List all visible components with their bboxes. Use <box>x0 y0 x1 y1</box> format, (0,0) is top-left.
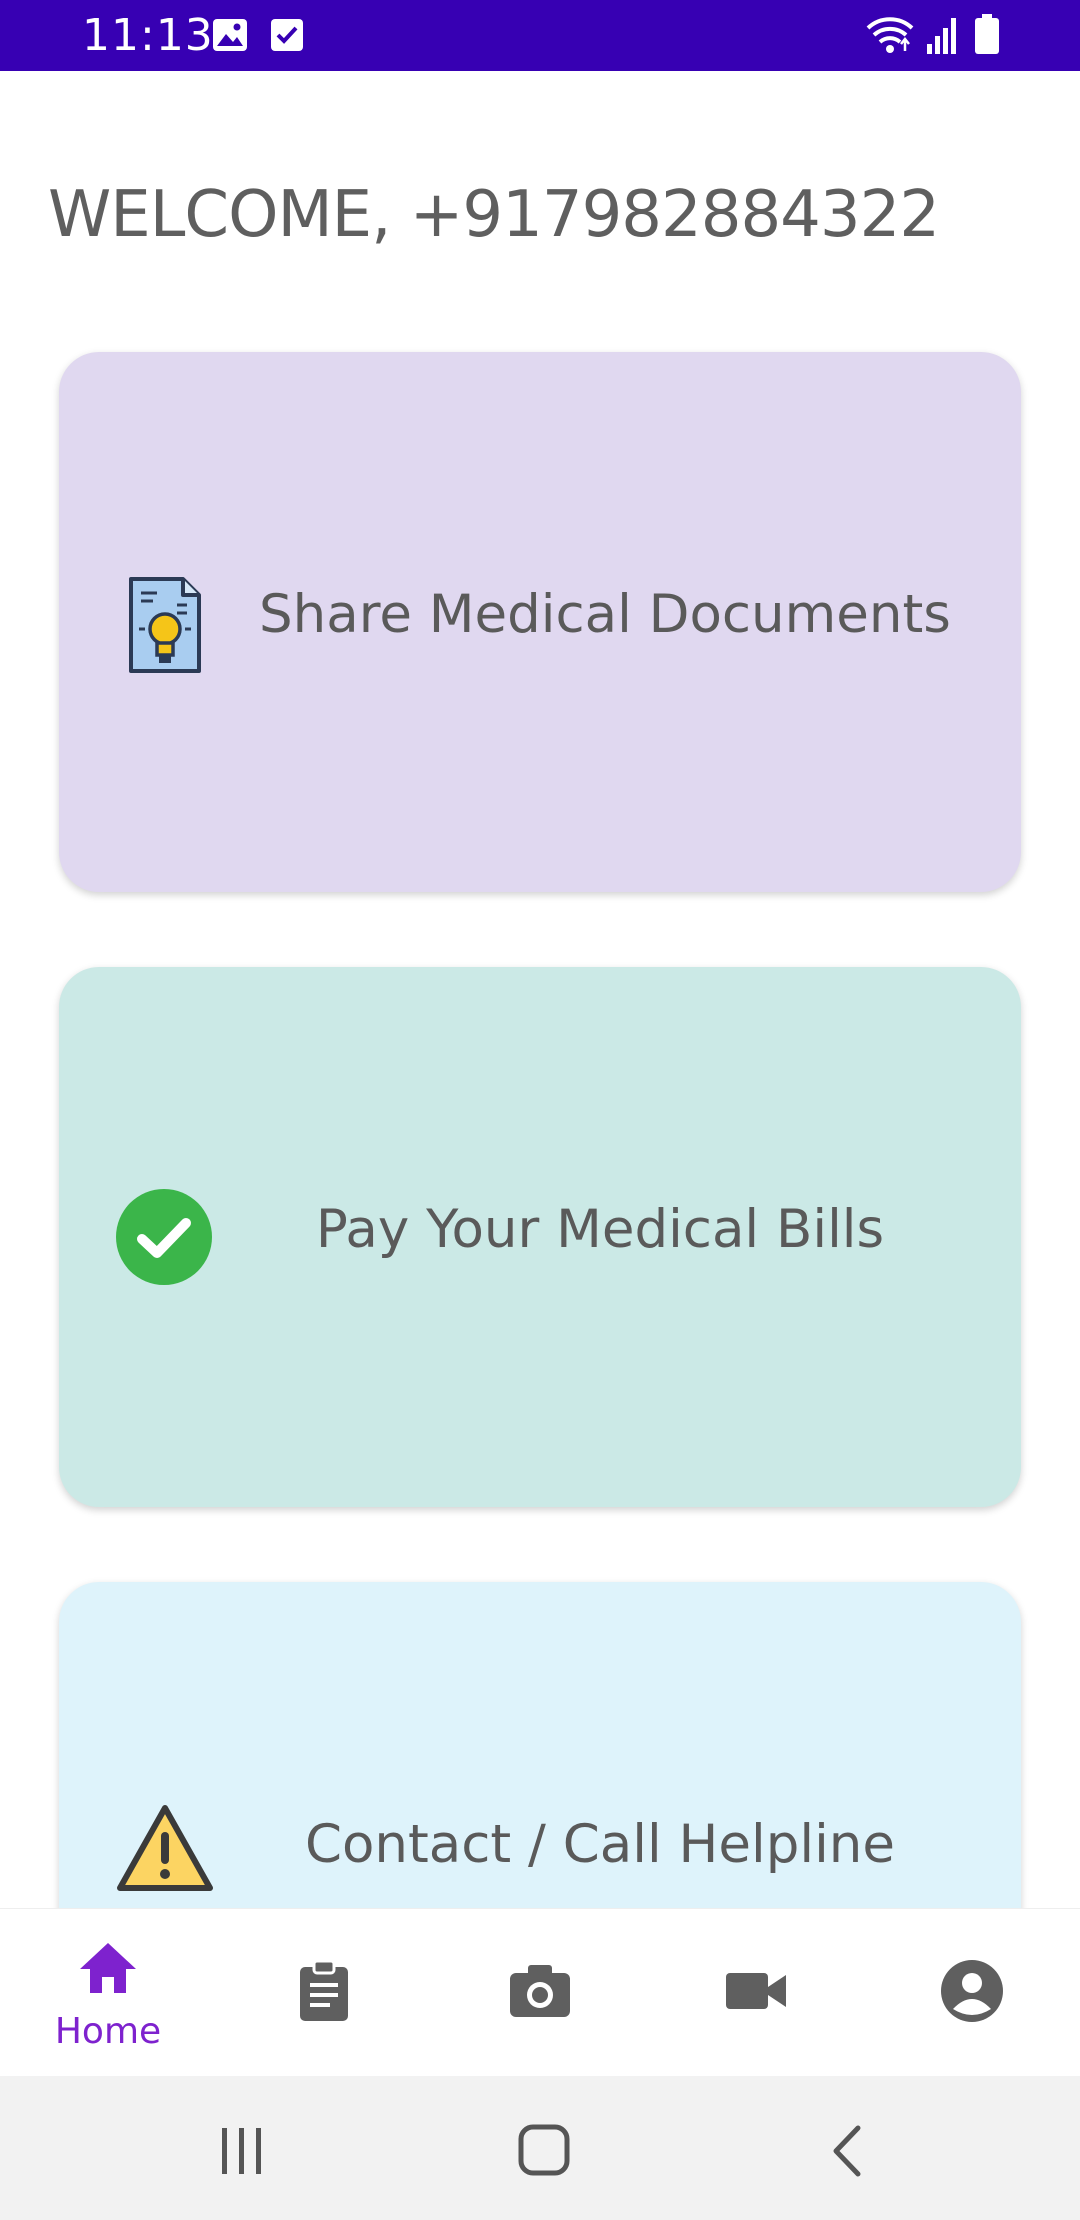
share-medical-documents-card[interactable]: Share Medical Documents <box>59 352 1021 892</box>
home-icon <box>80 1943 136 1993</box>
pay-medical-bills-card[interactable]: Pay Your Medical Bills <box>59 967 1021 1507</box>
nav-clipboard[interactable] <box>216 1909 432 2077</box>
nav-camera[interactable] <box>432 1909 648 2077</box>
status-time: 11:13 <box>82 10 214 61</box>
system-navigation-bar <box>0 2076 1080 2220</box>
battery-icon <box>975 14 999 58</box>
wifi-icon <box>865 14 915 60</box>
home-button-icon[interactable] <box>518 2124 570 2180</box>
card-label: Contact / Call Helpline <box>304 1814 895 1875</box>
welcome-heading: WELCOME, +917982884322 <box>48 178 940 252</box>
account-circle-icon <box>941 1960 1003 2022</box>
contact-helpline-card[interactable]: Contact / Call Helpline <box>59 1582 1021 1908</box>
nav-home[interactable]: Home <box>0 1909 216 2077</box>
main-content[interactable]: WELCOME, +917982884322 Share Medical Doc… <box>0 71 1080 1908</box>
status-bar: 11:13 <box>0 0 1080 71</box>
check-square-icon <box>270 18 304 56</box>
card-label: Share Medical Documents <box>259 584 951 645</box>
image-icon <box>212 18 248 56</box>
signal-icon <box>925 16 961 58</box>
clipboard-icon <box>300 1959 348 2021</box>
recents-icon[interactable] <box>218 2126 266 2180</box>
card-label: Pay Your Medical Bills <box>315 1199 885 1260</box>
nav-video[interactable] <box>648 1909 864 2077</box>
nav-home-label: Home <box>54 2011 162 2052</box>
camera-icon <box>510 1965 570 2017</box>
video-camera-icon <box>726 1973 786 2009</box>
back-icon[interactable] <box>828 2124 864 2182</box>
nav-profile[interactable] <box>864 1909 1080 2077</box>
bottom-navigation: Home <box>0 1908 1080 2076</box>
